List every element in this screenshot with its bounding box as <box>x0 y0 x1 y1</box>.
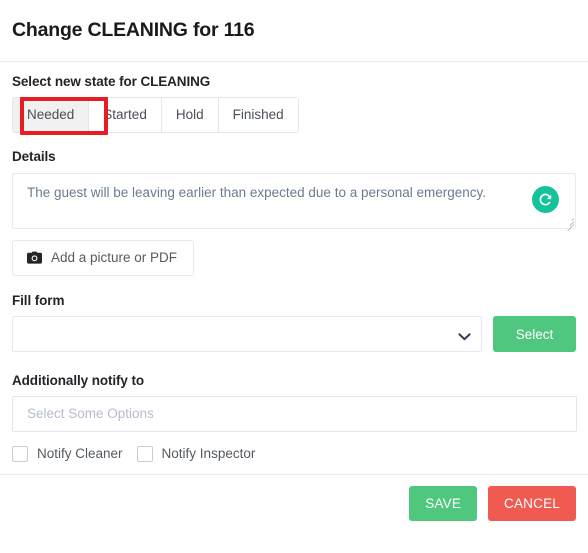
notify-inspector-label: Notify Inspector <box>161 446 256 462</box>
notify-section-label: Additionally notify to <box>12 373 145 388</box>
state-button-group: Needed Started Hold Finished <box>12 97 299 134</box>
details-section-label: Details <box>12 149 56 165</box>
notify-inspector-checkbox[interactable] <box>136 446 153 463</box>
change-state-modal: Change CLEANING for 116 Select new state… <box>0 0 588 553</box>
modal-footer: SAVE CANCEL <box>0 474 588 522</box>
select-form-button[interactable]: Select <box>493 316 576 352</box>
camera-icon <box>27 251 42 264</box>
notify-multiselect-placeholder: Select Some Options <box>27 406 154 422</box>
cancel-button[interactable]: CANCEL <box>488 486 576 522</box>
state-selector-group: Needed Started Hold Finished <box>12 97 576 136</box>
notify-cleaner-label: Notify Cleaner <box>37 446 123 462</box>
add-attachment-label: Add a picture or PDF <box>51 249 178 265</box>
fill-form-label: Fill form <box>12 292 65 308</box>
notify-multiselect[interactable]: Select Some Options <box>12 396 577 433</box>
modal-body: Select new state for CLEANING Needed Sta… <box>0 62 588 463</box>
form-select-wrap <box>12 316 482 352</box>
state-option-started[interactable]: Started <box>89 98 162 133</box>
fill-form-row: Select <box>12 316 576 352</box>
notify-cleaner-checkbox[interactable] <box>12 446 28 463</box>
add-attachment-button[interactable]: Add a picture or PDF <box>12 239 195 276</box>
modal-header: Change CLEANING for 116 <box>0 0 588 62</box>
state-section-label: Select new state for CLEANING <box>12 74 211 89</box>
grammarly-icon[interactable] <box>532 185 559 213</box>
save-button[interactable]: SAVE <box>409 486 478 522</box>
notify-checkbox-row: Notify Cleaner Notify Inspector <box>12 446 576 463</box>
state-option-needed[interactable]: Needed <box>13 98 90 133</box>
state-option-finished[interactable]: Finished <box>218 98 298 133</box>
page-title: Change CLEANING for 116 <box>12 18 255 41</box>
form-select[interactable] <box>12 316 482 352</box>
details-input[interactable] <box>12 172 576 229</box>
details-textarea-wrap <box>12 172 576 231</box>
state-option-hold[interactable]: Hold <box>161 98 219 133</box>
